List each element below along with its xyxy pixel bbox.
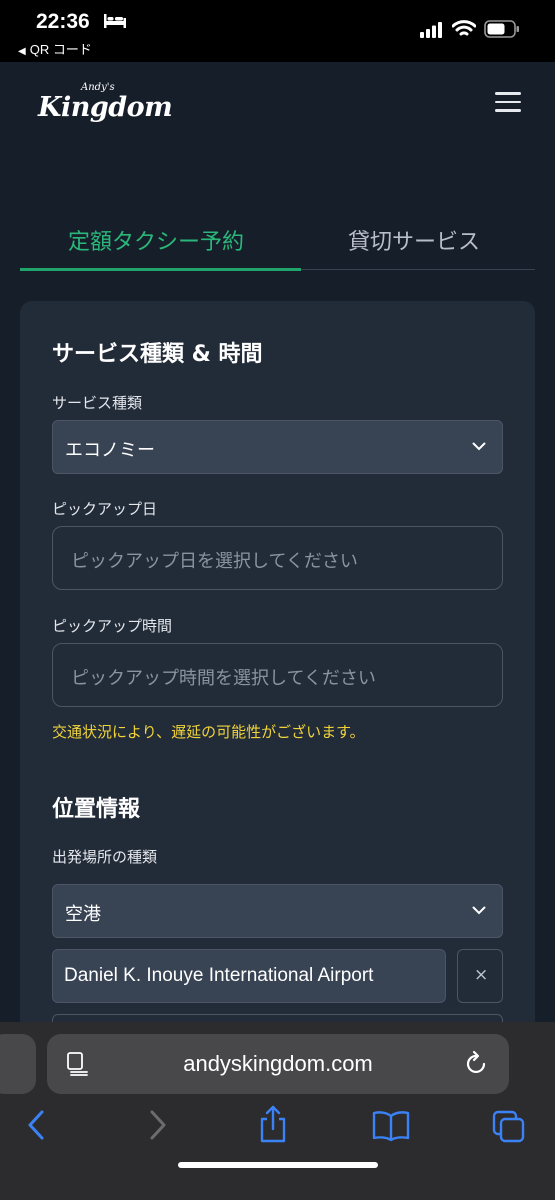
wifi-icon xyxy=(452,20,476,36)
url-text: andyskingdom.com xyxy=(183,1051,373,1076)
clear-airport-button[interactable]: × xyxy=(457,949,503,1003)
pickup-date-input[interactable]: ピックアップ日を選択してください xyxy=(52,526,503,590)
back-arrow-icon[interactable] xyxy=(26,1108,48,1142)
bookmarks-icon[interactable] xyxy=(372,1110,410,1142)
booking-form-card: サービス種類 & 時間 サービス種類 エコノミー ピックアップ日 ピックアップ日… xyxy=(20,301,535,1022)
home-indicator[interactable] xyxy=(178,1162,378,1168)
chevron-down-icon xyxy=(472,906,486,915)
back-to-app-link[interactable]: ◀ QR コード xyxy=(18,39,92,58)
delay-notice: 交通状況により、遅延の可能性がございます。 xyxy=(52,723,365,741)
chevron-down-icon xyxy=(472,442,486,451)
tab-charter-service[interactable]: 貸切サービス xyxy=(348,224,480,256)
pickup-date-label: ピックアップ日 xyxy=(52,500,158,518)
pickup-time-input[interactable]: ピックアップ時間を選択してください xyxy=(52,643,503,707)
service-type-value: エコノミー xyxy=(65,440,155,461)
share-icon[interactable] xyxy=(258,1104,288,1144)
pickup-time-placeholder: ピックアップ時間を選択してください xyxy=(71,668,376,689)
departure-type-select[interactable]: 空港 xyxy=(52,884,503,938)
clock: 22:36 xyxy=(36,10,90,33)
service-type-label: サービス種類 xyxy=(52,394,143,412)
logo-main-text: Kingdom xyxy=(38,92,173,123)
service-section-title: サービス種類 & 時間 xyxy=(52,342,263,367)
reload-icon[interactable] xyxy=(465,1050,489,1076)
active-tab-indicator xyxy=(20,268,301,271)
location-section-title: 位置情報 xyxy=(52,797,141,822)
site-logo[interactable]: Andy's Kingdom xyxy=(38,80,178,130)
cellular-signal-icon xyxy=(420,22,442,38)
booking-tabs: 定額タクシー予約 貸切サービス xyxy=(20,212,535,271)
departure-type-value: 空港 xyxy=(65,904,101,925)
tabs-icon[interactable] xyxy=(492,1110,526,1144)
bed-icon xyxy=(104,14,126,28)
pickup-time-label: ピックアップ時間 xyxy=(52,617,173,635)
close-icon: × xyxy=(474,965,489,985)
pickup-date-placeholder: ピックアップ日を選択してください xyxy=(71,551,358,572)
tab-fixed-fare-taxi[interactable]: 定額タクシー予約 xyxy=(68,224,244,256)
service-type-select[interactable]: エコノミー xyxy=(52,420,503,474)
next-location-field[interactable] xyxy=(52,1014,503,1022)
address-bar[interactable]: andyskingdom.com xyxy=(47,1034,509,1094)
hamburger-menu-icon[interactable] xyxy=(495,92,521,112)
forward-arrow-icon[interactable] xyxy=(146,1108,168,1142)
web-page: Andy's Kingdom 定額タクシー予約 貸切サービス サービス種類 & … xyxy=(0,62,555,1022)
back-app-label: QR コード xyxy=(29,42,92,57)
status-bar: 22:36 ◀ QR コード xyxy=(0,0,555,62)
browser-toolbar: andyskingdom.com xyxy=(0,1022,555,1200)
previous-tab-preview[interactable] xyxy=(0,1034,36,1094)
back-triangle-icon: ◀ xyxy=(18,46,26,57)
battery-icon xyxy=(484,20,519,38)
airport-value: Daniel K. Inouye International Airport xyxy=(64,965,374,986)
departure-type-label: 出発場所の種類 xyxy=(52,848,158,866)
airport-input[interactable]: Daniel K. Inouye International Airport xyxy=(52,949,446,1003)
